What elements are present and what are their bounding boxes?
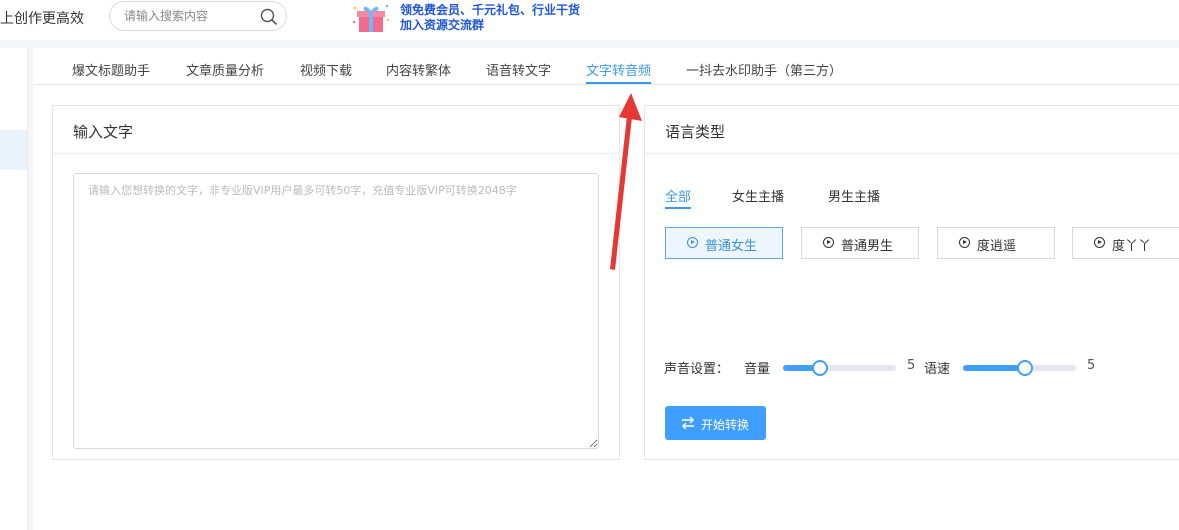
tab-video-download[interactable]: 视频下载 — [300, 60, 352, 79]
speed-slider[interactable] — [963, 360, 1076, 376]
search-icon[interactable] — [260, 8, 278, 26]
voice-option-label: 度逍遥 — [977, 239, 1017, 254]
promo-banner[interactable]: 领免费会员、千元礼包、行业干货 加入资源交流群 — [352, 0, 592, 34]
voice-tab-female[interactable]: 女生主播 — [732, 186, 784, 205]
volume-label: 音量 — [744, 362, 771, 377]
voice-option-duyaya[interactable]: 度丫丫 — [1072, 227, 1179, 259]
play-circle-icon — [1094, 237, 1105, 248]
voice-option-label: 普通男生 — [841, 239, 894, 254]
sound-settings-label: 声音设置： — [664, 362, 730, 377]
swap-arrows-icon — [681, 416, 695, 430]
volume-slider-handle[interactable] — [812, 360, 829, 376]
speed-slider-handle[interactable] — [1017, 360, 1034, 376]
play-circle-icon — [687, 237, 698, 248]
text-input[interactable] — [73, 173, 599, 449]
tab-traditional-chinese[interactable]: 内容转繁体 — [386, 60, 451, 79]
start-convert-button[interactable]: 开始转换 — [665, 406, 766, 440]
volume-slider[interactable] — [783, 360, 896, 376]
voice-tab-male[interactable]: 男生主播 — [828, 186, 880, 205]
promo-line-2: 加入资源交流群 — [400, 18, 485, 32]
tool-tabs: 爆文标题助手 文章质量分析 视频下载 内容转繁体 语音转文字 文字转音频 一抖去… — [33, 48, 1179, 85]
annotation-arrow-icon — [610, 93, 642, 270]
voice-settings-panel: 语言类型 全部 女生主播 男生主播 普通女生 普通男生 度逍遥 度丫丫 声音设置… — [644, 105, 1179, 460]
panel-title: 语言类型 — [665, 123, 726, 141]
start-convert-label: 开始转换 — [701, 418, 750, 432]
speed-label: 语速 — [924, 362, 951, 377]
panel-title: 输入文字 — [73, 123, 134, 141]
header-slogan: 上创作更高效 — [0, 11, 84, 27]
text-input-panel: 输入文字 — [52, 105, 620, 460]
voice-option-normal-male[interactable]: 普通男生 — [801, 227, 919, 259]
tab-quality-analysis[interactable]: 文章质量分析 — [186, 60, 264, 79]
tab-watermark-remover[interactable]: 一抖去水印助手（第三方） — [686, 60, 842, 79]
voice-option-label: 普通女生 — [705, 239, 758, 254]
play-circle-icon — [959, 237, 970, 248]
play-circle-icon — [823, 237, 834, 248]
voice-option-label: 度丫丫 — [1112, 239, 1152, 254]
volume-value: 5 — [907, 358, 916, 373]
voice-option-duxiaoyao[interactable]: 度逍遥 — [937, 227, 1055, 259]
left-sidebar — [0, 48, 28, 530]
top-header: 上创作更高效 领免费会员、千元礼包、行业干货 加入资源交流群 — [0, 0, 1179, 40]
panel-header: 输入文字 — [53, 106, 619, 154]
search-input[interactable] — [122, 8, 256, 24]
tab-text-to-audio[interactable]: 文字转音频 — [586, 60, 652, 84]
voice-tab-all[interactable]: 全部 — [665, 186, 692, 209]
tab-headline-helper[interactable]: 爆文标题助手 — [72, 60, 150, 79]
speed-slider-fill — [963, 365, 1026, 371]
speed-value: 5 — [1087, 358, 1096, 373]
search-box[interactable] — [109, 1, 287, 31]
tab-speech-to-text[interactable]: 语音转文字 — [486, 60, 551, 79]
voice-option-normal-female[interactable]: 普通女生 — [665, 227, 783, 259]
panel-header: 语言类型 — [645, 106, 1179, 154]
sidebar-active-item[interactable] — [0, 130, 27, 170]
gift-box-icon — [352, 4, 390, 32]
